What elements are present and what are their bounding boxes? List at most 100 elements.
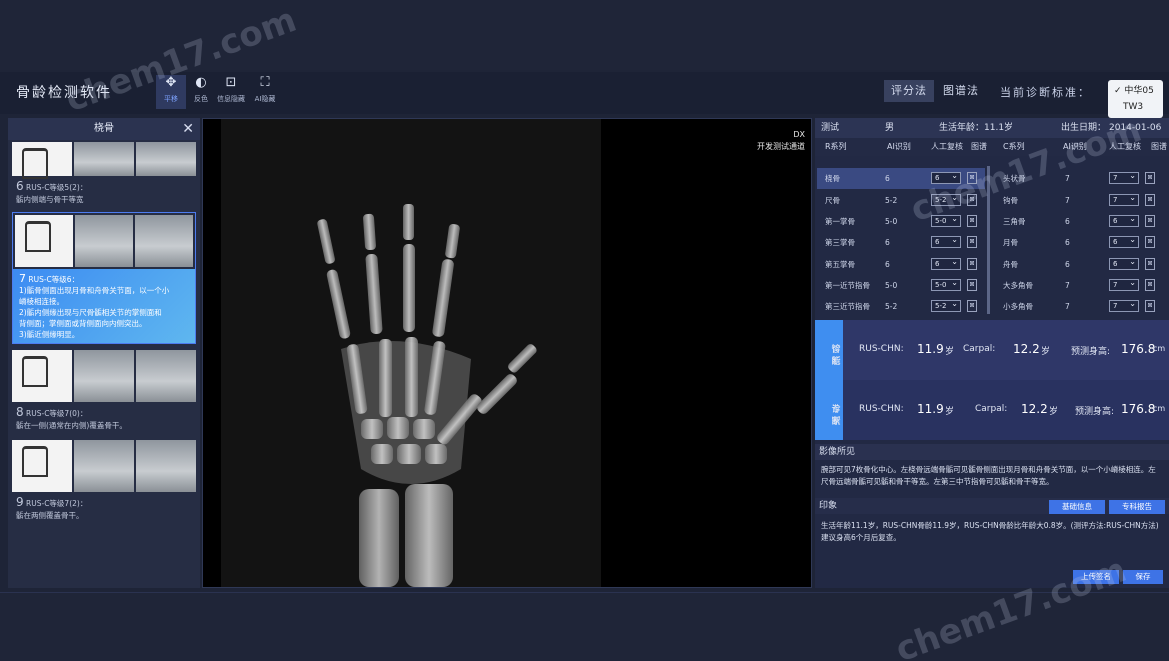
table-row[interactable]: 第三近节指骨 5-2 5-2 ⊠ xyxy=(817,296,985,317)
header-bar: 骨龄检测软件 ✥ 平移 ◐ 反色 ⊡ 信息隐藏 ⛶ AI隐藏 评分法 图谱法 当… xyxy=(0,72,1169,114)
stage-thumbs-8[interactable] xyxy=(12,350,196,402)
ai-hide-icon: ⛶ xyxy=(260,75,270,90)
manual-select[interactable]: 6 xyxy=(931,257,961,270)
birth-label: 出生日期： xyxy=(1061,123,1107,133)
stage-panel: 桡骨 ✕ 6 RUS-C等级5(2)： 骺内侧端与骨干等宽 7 RUS-C等级6… xyxy=(8,118,200,588)
manual-select[interactable]: 6 xyxy=(1109,257,1139,270)
manual-select[interactable]: 7 xyxy=(1109,299,1139,312)
upload-signature-button[interactable]: 上传签名 xyxy=(1073,570,1119,584)
move-icon: ✥ xyxy=(165,75,177,90)
unit-cm: cm xyxy=(1153,404,1166,413)
hand-xray-image[interactable] xyxy=(221,119,601,587)
manual-select[interactable]: 6 xyxy=(1109,214,1139,227)
stage-thumbs-9[interactable] xyxy=(12,440,196,492)
close-icon[interactable]: ✕ xyxy=(182,118,194,140)
table-row[interactable]: 第五掌骨 6 6 ⊠ xyxy=(817,254,985,275)
unit-age: 岁 xyxy=(945,347,955,357)
table-row[interactable]: 月骨 6 6 ⊠ xyxy=(993,232,1167,253)
option-chn05[interactable]: ✓ 中华05 xyxy=(1114,83,1157,99)
manual-select[interactable]: 5-0 xyxy=(931,278,961,291)
atlas-icon[interactable]: ⊠ xyxy=(1145,258,1155,270)
table-row[interactable]: 舟骨 6 6 ⊠ xyxy=(993,254,1167,275)
atlas-icon[interactable]: ⊠ xyxy=(1145,279,1155,291)
stage-7-line: 背侧面；掌侧面或背侧面向内侧突出。 xyxy=(19,319,147,328)
tab-scoring[interactable]: 评分法 xyxy=(884,80,934,102)
manual-select[interactable]: 5-0 xyxy=(931,214,961,227)
image-info: DX 开发测试通道 xyxy=(757,129,805,153)
ai-value: 6 xyxy=(1065,217,1070,226)
atlas-icon[interactable]: ⊠ xyxy=(967,194,977,206)
atlas-icon[interactable]: ⊠ xyxy=(1145,194,1155,206)
stage-panel-header: 桡骨 ✕ xyxy=(8,118,200,140)
xray-viewer[interactable]: DX 开发测试通道 xyxy=(202,118,812,588)
atlas-icon[interactable]: ⊠ xyxy=(1145,300,1155,312)
tool-info-hide[interactable]: ⊡ 信息隐藏 xyxy=(216,75,246,109)
manual-select[interactable]: 6 xyxy=(931,235,961,248)
hand-bones-drawing xyxy=(317,204,537,587)
option-tw3[interactable]: TW3 xyxy=(1114,99,1157,115)
tool-pan[interactable]: ✥ 平移 xyxy=(156,75,186,109)
atlas-icon[interactable]: ⊠ xyxy=(1145,215,1155,227)
patient-name: 测试 xyxy=(821,123,840,133)
stage-6[interactable]: 6 RUS-C等级5(2)： 骺内侧端与骨干等宽 xyxy=(8,178,200,208)
stage-9-desc: 骺在两侧覆盖骨干。 xyxy=(16,511,84,520)
stage-9[interactable]: 9 RUS-C等级7(2)： 骺在两侧覆盖骨干。 xyxy=(8,494,200,524)
atlas-icon[interactable]: ⊠ xyxy=(967,172,977,184)
table-row[interactable]: 第三掌骨 6 6 ⊠ xyxy=(817,232,985,253)
manual-select[interactable]: 6 xyxy=(1109,235,1139,248)
channel-label: 开发测试通道 xyxy=(757,142,805,151)
table-row[interactable]: 第一近节指骨 5-0 5-0 ⊠ xyxy=(817,275,985,296)
findings-text[interactable]: 腕部可见7枚骨化中心。左桡骨远端骨骺可见骺骨侧面出现月骨和舟骨关节面，以一个小嵴… xyxy=(815,460,1169,496)
table-row[interactable]: 大多角骨 7 7 ⊠ xyxy=(993,275,1167,296)
manual-select[interactable]: 7 xyxy=(1109,171,1139,184)
app-title: 骨龄检测软件 xyxy=(16,85,112,101)
rus-value[interactable]: 11.9 xyxy=(917,402,944,416)
atlas-icon[interactable]: ⊠ xyxy=(967,258,977,270)
modality-label: DX xyxy=(793,130,805,139)
bone-name: 舟骨 xyxy=(1003,260,1018,269)
standard-dropdown[interactable]: ✓ 中华05 TW3 xyxy=(1108,80,1163,118)
manual-select[interactable]: 5-2 xyxy=(931,193,961,206)
tool-invert[interactable]: ◐ 反色 xyxy=(186,75,216,109)
manual-select[interactable]: 5-2 xyxy=(931,299,961,312)
unit-age: 岁 xyxy=(1041,347,1051,357)
table-row[interactable]: 头状骨 7 7 ⊠ xyxy=(993,168,1167,189)
basic-info-button[interactable]: 基础信息 xyxy=(1049,500,1105,514)
manual-select[interactable]: 7 xyxy=(1109,278,1139,291)
impression-text[interactable]: 生活年龄11.1岁，RUS-CHN骨龄11.9岁，RUS-CHN骨龄比年龄大0.… xyxy=(815,516,1169,556)
height-label: 预测身高: xyxy=(1075,407,1115,417)
table-row[interactable]: 第一掌骨 5-0 5-0 ⊠ xyxy=(817,211,985,232)
atlas-icon[interactable]: ⊠ xyxy=(967,300,977,312)
bone-name: 第五掌骨 xyxy=(825,260,855,269)
tab-atlas[interactable]: 图谱法 xyxy=(936,80,986,102)
carpal-label: Carpal: xyxy=(963,344,996,354)
specialist-report-button[interactable]: 专科报告 xyxy=(1109,500,1165,514)
tool-ai-hide[interactable]: ⛶ AI隐藏 xyxy=(250,75,280,109)
col-ai: AI识别 xyxy=(887,142,911,151)
manual-select[interactable]: 7 xyxy=(1109,193,1139,206)
manual-select[interactable]: 6 xyxy=(931,171,961,184)
bone-name: 桡骨 xyxy=(825,174,840,183)
carpal-value[interactable]: 12.2 xyxy=(1021,402,1048,416)
stage-6-desc: 骺内侧端与骨干等宽 xyxy=(16,195,84,204)
table-row[interactable]: 桡骨 6 6 ⊠ xyxy=(817,168,985,189)
atlas-icon[interactable]: ⊠ xyxy=(967,279,977,291)
stage-7-line: 1)骺骨侧面出现月骨和舟骨关节面，以一个小 xyxy=(19,286,170,295)
height-value[interactable]: 176.8 xyxy=(1121,402,1155,416)
table-row[interactable]: 尺骨 5-2 5-2 ⊠ xyxy=(817,190,985,211)
table-row[interactable]: 三角骨 6 6 ⊠ xyxy=(993,211,1167,232)
expert-diagnosis-tag: 专家 诊断 xyxy=(815,380,843,440)
atlas-icon[interactable]: ⊠ xyxy=(967,236,977,248)
stage-7-selected[interactable]: 7 RUS-C等级6： 1)骺骨侧面出现月骨和舟骨关节面，以一个小 嵴棱相连接。… xyxy=(12,212,196,344)
table-row[interactable]: 小多角骨 7 7 ⊠ xyxy=(993,296,1167,317)
stage-8[interactable]: 8 RUS-C等级7(0)： 骺在一侧(通常在内侧)覆盖骨干。 xyxy=(8,404,200,434)
atlas-icon[interactable]: ⊠ xyxy=(1145,172,1155,184)
tool-invert-label: 反色 xyxy=(194,95,208,103)
tool-ai-hide-label: AI隐藏 xyxy=(254,95,276,103)
atlas-icon[interactable]: ⊠ xyxy=(967,215,977,227)
table-row[interactable]: 钩骨 7 7 ⊠ xyxy=(993,190,1167,211)
stage-thumbs-6[interactable] xyxy=(12,142,196,179)
atlas-icon[interactable]: ⊠ xyxy=(1145,236,1155,248)
col-manual: 人工复核 xyxy=(1109,142,1141,151)
save-button[interactable]: 保存 xyxy=(1123,570,1163,584)
